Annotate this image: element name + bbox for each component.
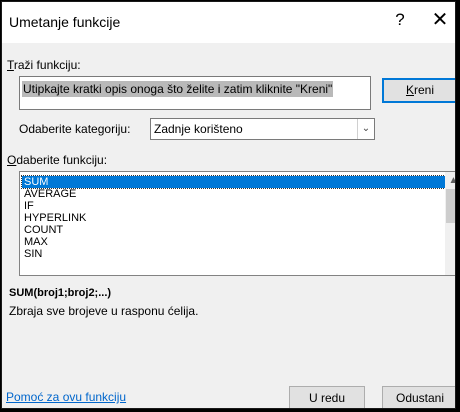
dialog-body: Traži funkciju: Utipkajte kratki opis on…: [2, 43, 455, 408]
function-syntax: SUM(broj1;broj2;...): [9, 287, 112, 299]
function-description: Zbraja sve brojeve u rasponu ćelija.: [9, 304, 199, 318]
function-item-hyperlink[interactable]: HYPERLINK: [22, 212, 445, 224]
function-item-count[interactable]: COUNT: [22, 224, 445, 236]
search-label: Traži funkciju:: [7, 58, 81, 72]
search-input[interactable]: Utipkajte kratki opis onoga što želite i…: [19, 76, 371, 110]
cancel-button[interactable]: Odustani: [382, 386, 455, 408]
insert-function-dialog: Umetanje funkcije ? ✕ Traži funkciju: Ut…: [1, 1, 456, 409]
ok-button[interactable]: U redu: [289, 386, 365, 408]
function-item-sin[interactable]: SIN: [22, 248, 445, 260]
category-selected-value: Zadnje korišteno: [154, 122, 243, 136]
functions-label: Odaberite funkciju:: [7, 153, 107, 167]
scrollbar-thumb[interactable]: [446, 189, 455, 223]
chevron-down-icon[interactable]: ⌄: [357, 119, 374, 139]
dialog-title: Umetanje funkcije: [9, 14, 121, 30]
function-list-scrollbar[interactable]: ▲: [445, 172, 455, 275]
help-link[interactable]: Pomoć za ovu funkciju: [6, 390, 126, 404]
function-item-sum[interactable]: SUM: [21, 175, 446, 189]
category-label: Odaberite kategoriju:: [19, 122, 130, 136]
functions-label-accel: O: [7, 153, 17, 167]
category-label-post: oriju:: [104, 122, 131, 136]
category-label-pre: Odaberite kate: [19, 122, 98, 136]
search-label-accel: T: [7, 58, 14, 72]
close-icon[interactable]: ✕: [428, 7, 452, 32]
go-button-accel: K: [405, 83, 414, 97]
help-icon[interactable]: ?: [390, 10, 410, 30]
search-label-rest: raži funkciju:: [13, 58, 81, 72]
category-select[interactable]: Zadnje korišteno ⌄: [150, 118, 375, 140]
function-item-if[interactable]: IF: [22, 200, 445, 212]
scroll-up-icon[interactable]: ▲: [445, 172, 455, 189]
go-button-rest: reni: [414, 83, 435, 97]
function-list[interactable]: SUM AVERAGE IF HYPERLINK COUNT MAX SIN ▲: [19, 171, 455, 276]
function-item-max[interactable]: MAX: [22, 236, 445, 248]
functions-label-rest: daberite funkciju:: [16, 153, 108, 167]
function-item-average[interactable]: AVERAGE: [22, 188, 445, 200]
title-bar: Umetanje funkcije ? ✕: [2, 2, 455, 43]
go-button[interactable]: Kreni: [382, 78, 455, 103]
search-input-text[interactable]: Utipkajte kratki opis onoga što želite i…: [22, 81, 334, 97]
